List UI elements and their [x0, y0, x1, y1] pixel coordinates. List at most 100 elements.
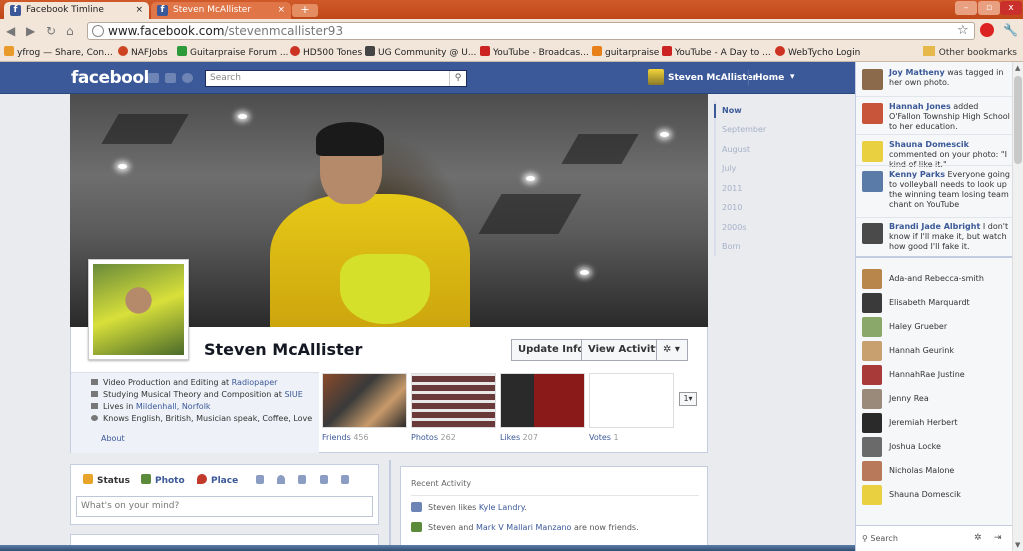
ticker-item[interactable]: Joy Matheny was tagged in her own photo. [860, 68, 1010, 90]
likes-caption[interactable]: Likes 207 [500, 433, 538, 442]
scroll-up-icon[interactable]: ▲ [1015, 64, 1020, 72]
scroll-down-icon[interactable]: ▼ [1015, 541, 1020, 549]
timeline-year-august[interactable]: August [722, 145, 750, 154]
friends-thumbnail[interactable] [322, 373, 407, 428]
timeline-spine [389, 460, 391, 551]
ticker-item[interactable]: Kenny Parks Everyone going to volleyball… [860, 170, 1010, 210]
bookmark-item[interactable]: NAFJobs [118, 46, 168, 58]
more-sections-button[interactable]: 1▾ [679, 392, 697, 406]
flag-icon[interactable] [341, 475, 349, 484]
timeline-year-2000s[interactable]: 2000s [722, 223, 747, 232]
ticker-item[interactable]: Hannah Jones added O'Fallon Township Hig… [860, 102, 1010, 132]
status-input[interactable]: What's on your mind? [76, 496, 373, 517]
other-bookmarks-button[interactable]: Other bookmarks [922, 46, 1017, 58]
bookmark-item[interactable]: Guitarpraise Forum ... [177, 46, 288, 58]
timeline-year-now[interactable]: Now [722, 106, 742, 115]
chat-friend[interactable]: Joshua Locke [860, 436, 1010, 458]
chat-friend[interactable]: Ada-and Rebecca-smith [860, 268, 1010, 290]
photos-caption[interactable]: Photos 262 [411, 433, 456, 442]
sidebar-scrollbar[interactable]: ▲ ▼ [1012, 62, 1023, 551]
url-input[interactable]: www.facebook.com/stevenmcallister93 [87, 22, 975, 40]
life-event-icon[interactable] [256, 475, 264, 484]
heart-icon[interactable] [277, 475, 285, 484]
chat-friend[interactable]: HannahRae Justine [860, 364, 1010, 386]
bookmark-item[interactable]: guitarpraise [592, 46, 659, 58]
friends-caption[interactable]: Friends 456 [322, 433, 369, 442]
tab-facebook-timline[interactable]: f Facebook Timline × [4, 2, 149, 19]
profile-picture[interactable] [88, 259, 189, 360]
chat-friend[interactable]: Nicholas Malone [860, 460, 1010, 482]
activity-link[interactable]: Mark V Mallari Manzano [476, 523, 571, 532]
ticker-item[interactable]: Brandi Jade Albright I don't know if I'l… [860, 222, 1010, 252]
wrench-menu-icon[interactable]: 🔧 [1003, 23, 1018, 37]
location-link[interactable]: Mildenhall, Norfolk [136, 402, 211, 411]
chat-friend[interactable]: Jeremiah Herbert [860, 412, 1010, 434]
close-window-button[interactable]: x [1000, 1, 1022, 15]
timeline-year-born[interactable]: Born [722, 242, 741, 251]
composer-tab-status[interactable]: Status [83, 474, 130, 486]
friend-requests-icon[interactable] [148, 73, 159, 83]
chat-settings-gear-icon[interactable]: ✲ [974, 533, 982, 543]
minimize-button[interactable]: – [955, 1, 977, 15]
facebook-logo[interactable]: facebook [71, 68, 155, 88]
avatar [862, 141, 883, 162]
composer-tab-photo[interactable]: Photo [141, 474, 185, 486]
timeline-year-2010[interactable]: 2010 [722, 203, 742, 212]
chat-friend[interactable]: Jenny Rea [860, 388, 1010, 410]
avatar[interactable] [648, 69, 664, 85]
facebook-search-input[interactable]: Search ⚲ [205, 70, 467, 87]
school-link[interactable]: SIUE [284, 390, 302, 399]
bookmark-item[interactable]: HD500 Tones [290, 46, 362, 58]
bookmark-item[interactable]: YouTube - Broadcas... [480, 46, 589, 58]
work-link[interactable]: Radiopaper [232, 378, 278, 387]
reload-icon[interactable]: ↻ [46, 24, 56, 38]
bookmark-item[interactable]: UG Community @ U... [365, 46, 476, 58]
bookmark-item[interactable]: YouTube - A Day to ... [662, 46, 771, 58]
chat-friend[interactable]: Elisabeth Marquardt [860, 292, 1010, 314]
timeline-year-september[interactable]: September [722, 125, 766, 134]
extension-icon[interactable] [980, 23, 994, 37]
house-icon[interactable] [298, 475, 306, 484]
home-icon[interactable]: ⌂ [66, 24, 74, 38]
nav-home-link[interactable]: Home [755, 73, 784, 83]
composer-tab-place[interactable]: Place [197, 474, 238, 486]
photos-thumbnail[interactable] [411, 373, 496, 428]
chat-popout-icon[interactable]: ⇥ [994, 533, 1002, 543]
bookmark-item[interactable]: yfrog — Share, Con... [4, 46, 113, 58]
guitarpraise-icon [177, 46, 187, 56]
likes-thumbnail[interactable] [500, 373, 585, 428]
settings-gear-button[interactable]: ✲ ▾ [656, 339, 688, 361]
bookmark-star-icon[interactable]: ☆ [957, 23, 969, 38]
account-menu-arrow-icon[interactable]: ▾ [790, 72, 795, 82]
scrollbar-thumb[interactable] [1014, 76, 1022, 164]
tab-close-icon[interactable]: × [277, 5, 285, 15]
ceiling-tile [561, 134, 639, 164]
profile-name[interactable]: Steven McAllister [204, 340, 362, 359]
votes-caption[interactable]: Votes 1 [589, 433, 619, 442]
messages-icon[interactable] [165, 73, 176, 83]
new-tab-button[interactable]: + [292, 4, 318, 17]
chat-friend[interactable]: Hannah Geurink [860, 340, 1010, 362]
chat-friend[interactable]: Haley Grueber [860, 316, 1010, 338]
search-icon[interactable]: ⚲ [449, 71, 466, 86]
globe-icon [91, 415, 98, 421]
thumb-icon[interactable] [320, 475, 328, 484]
update-info-button[interactable]: Update Info [511, 339, 592, 361]
back-icon[interactable]: ◀ [6, 24, 15, 38]
maximize-button[interactable]: ▫ [978, 1, 1000, 15]
tab-steven-mcallister[interactable]: f Steven McAllister × [151, 2, 291, 19]
page-info-icon[interactable] [92, 25, 104, 37]
chat-search-input[interactable]: ⚲ Search ✲ ⇥ [856, 525, 1013, 551]
tab-close-icon[interactable]: × [135, 5, 143, 15]
bookmark-item[interactable]: WebTycho Login [775, 46, 860, 58]
timeline-year-july[interactable]: July [722, 164, 736, 173]
notifications-icon[interactable] [182, 73, 193, 83]
activity-link[interactable]: Kyle Landry [479, 503, 524, 512]
about-link[interactable]: About [101, 434, 125, 443]
timeline-year-2011[interactable]: 2011 [722, 184, 742, 193]
votes-thumbnail[interactable] [589, 373, 674, 428]
forward-icon[interactable]: ▶ [26, 24, 35, 38]
chat-friend[interactable]: Shauna Domescik [860, 484, 1010, 506]
nav-profile-link[interactable]: Steven McAllister [668, 73, 757, 83]
friends-icon [411, 522, 422, 532]
